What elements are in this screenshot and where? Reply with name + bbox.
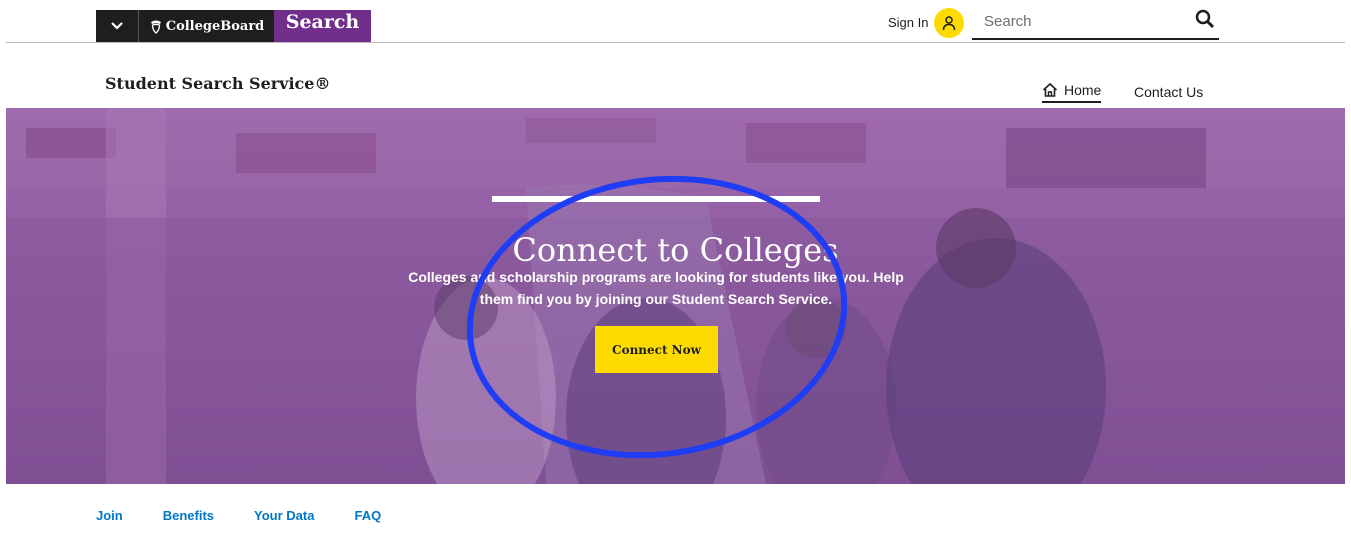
sign-in-button[interactable]: Sign In — [888, 8, 965, 38]
avatar — [934, 8, 965, 38]
nav-home-label: Home — [1064, 82, 1102, 98]
nav-home-link[interactable]: Home — [1042, 82, 1102, 103]
search-button[interactable] — [1194, 8, 1218, 32]
search-input[interactable] — [984, 8, 1174, 34]
hero-title: Connect to Colleges — [512, 231, 839, 270]
global-menu-button[interactable] — [96, 10, 138, 42]
subnav-join[interactable]: Join — [96, 508, 123, 523]
chevron-down-icon — [111, 22, 123, 30]
header-divider — [6, 42, 1345, 43]
product-name-search[interactable]: Search — [274, 10, 371, 42]
subnav-your-data[interactable]: Your Data — [254, 508, 314, 523]
hero-banner: Connect to Colleges Colleges and scholar… — [6, 108, 1345, 484]
home-icon — [1042, 82, 1058, 97]
sign-in-label: Sign In — [888, 14, 929, 30]
hero-title-rule — [492, 196, 820, 202]
global-header: CollegeBoard Search Sign In — [0, 0, 1351, 44]
site-title[interactable]: Student Search Service® — [105, 74, 330, 93]
section-subnav: Join Benefits Your Data FAQ — [96, 508, 421, 523]
user-icon — [943, 16, 956, 31]
subnav-benefits[interactable]: Benefits — [163, 508, 214, 523]
search-box — [972, 6, 1219, 40]
subnav-faq[interactable]: FAQ — [354, 508, 381, 523]
collegeboard-logo[interactable]: CollegeBoard — [138, 10, 275, 42]
acorn-icon — [150, 20, 161, 34]
nav-contact-link[interactable]: Contact Us — [1134, 84, 1203, 100]
brand-name: CollegeBoard — [165, 18, 265, 34]
search-icon — [1195, 9, 1215, 29]
hero-description: Colleges and scholarship programs are lo… — [408, 269, 904, 307]
connect-now-button[interactable]: Connect Now — [595, 326, 718, 373]
